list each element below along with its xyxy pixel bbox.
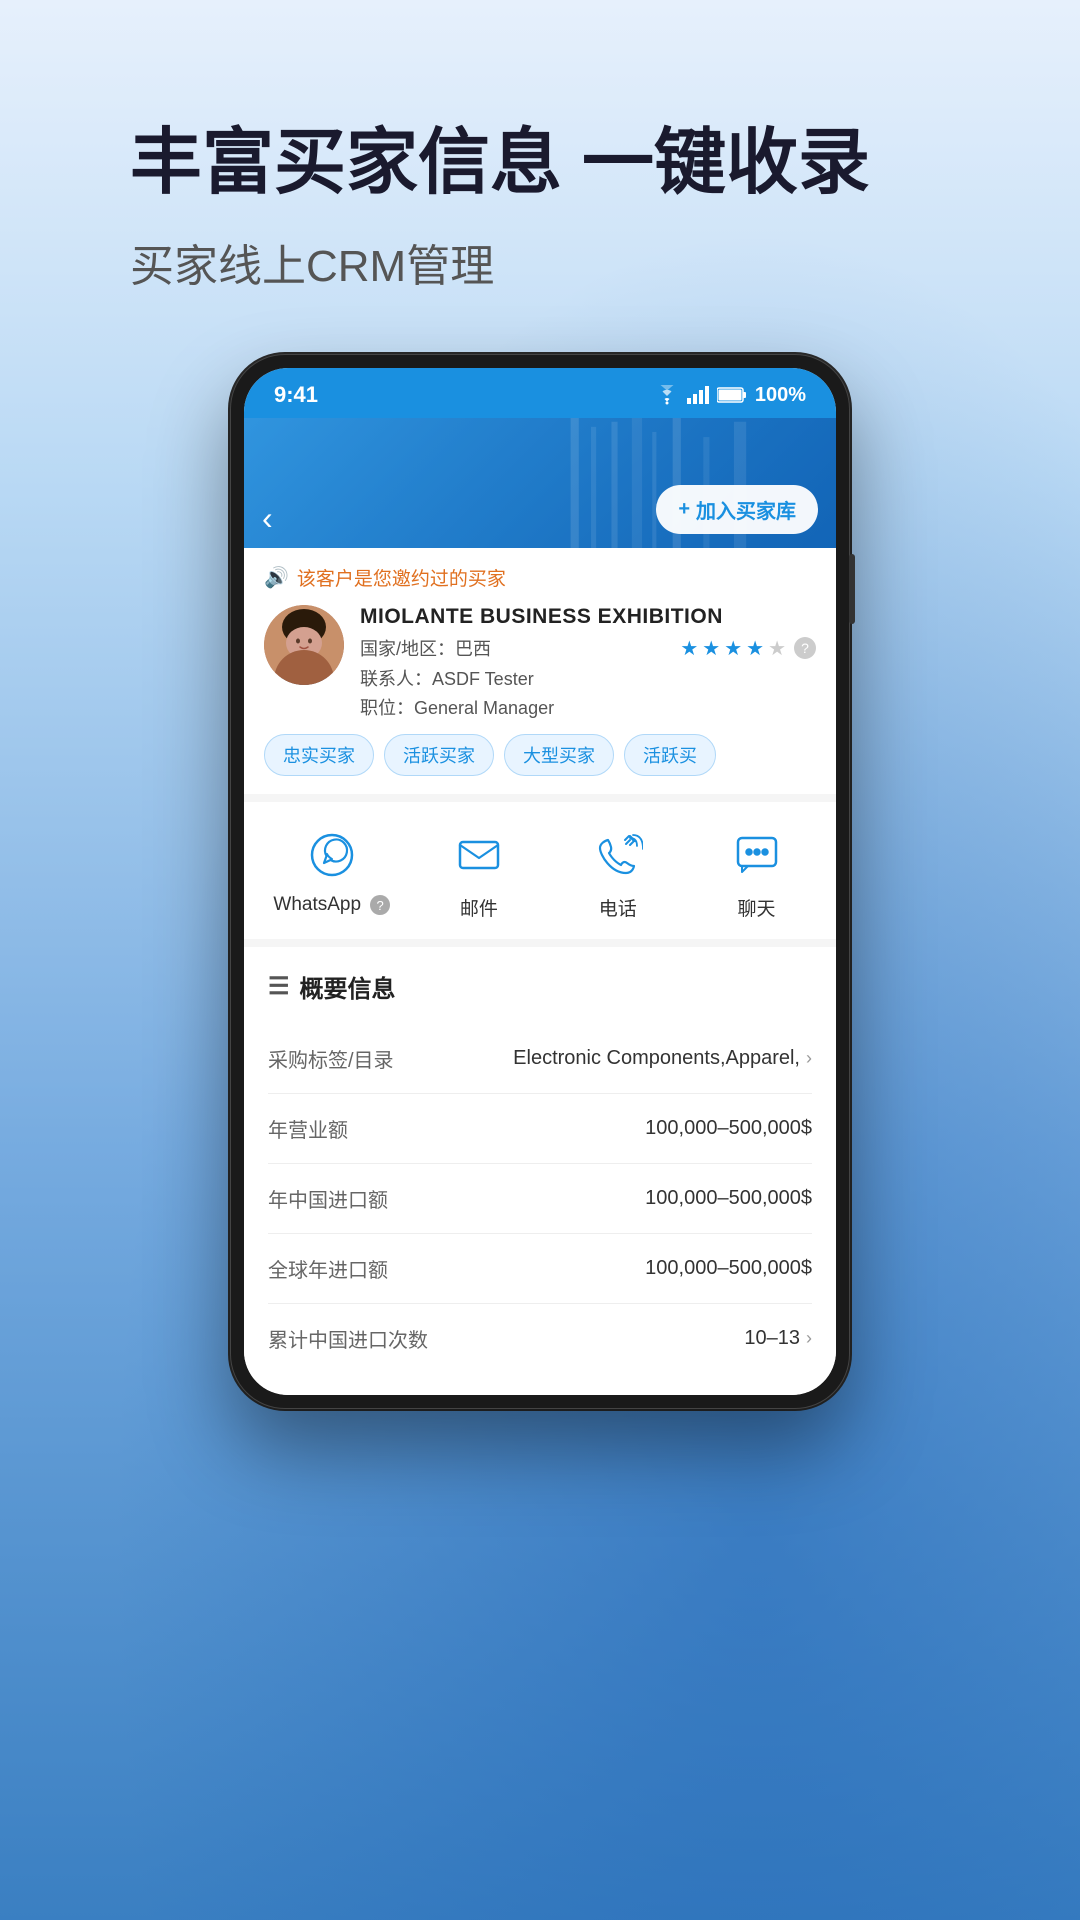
company-name: MIOLANTE BUSINESS EXHIBITION: [360, 605, 816, 629]
phone-label: 电话: [599, 894, 637, 921]
battery-percent: 100%: [755, 384, 806, 407]
info-row-china-import: 年中国进口额 100,000–500,000$: [268, 1164, 812, 1234]
position-text: 职位：General Manager: [360, 694, 816, 720]
whatsapp-icon: [303, 826, 361, 884]
tag-active2[interactable]: 活跃买: [624, 734, 716, 776]
add-icon: +: [678, 498, 690, 521]
avatar-image: [264, 605, 344, 685]
star-2: ★: [702, 636, 720, 661]
info-row-import-count[interactable]: 累计中国进口次数 10–13 ›: [268, 1304, 812, 1373]
battery-icon: [717, 387, 747, 403]
speaker-icon: 🔊: [264, 565, 289, 590]
avatar: [264, 605, 344, 685]
email-icon: [450, 826, 508, 884]
info-label-import-count: 累计中国进口次数: [268, 1324, 428, 1353]
phone-icon: [589, 826, 647, 884]
status-time: 9:41: [274, 382, 318, 408]
tag-active[interactable]: 活跃买家: [384, 734, 494, 776]
country-row: 国家/地区：巴西 ★ ★ ★ ★ ★ ?: [360, 635, 816, 661]
info-label-china-import: 年中国进口额: [268, 1184, 388, 1213]
chevron-icon-tags: ›: [806, 1048, 812, 1069]
back-button[interactable]: ‹: [262, 502, 273, 534]
customer-info: MIOLANTE BUSINESS EXHIBITION 国家/地区：巴西 ★ …: [264, 605, 816, 720]
phone-screen: 9:41: [244, 368, 836, 1395]
signal-icon: [687, 386, 709, 404]
star-4: ★: [746, 636, 764, 661]
action-phone[interactable]: 电话: [568, 826, 668, 921]
action-whatsapp[interactable]: WhatsApp ?: [273, 826, 390, 921]
customer-alert: 🔊 该客户是您邀约过的买家: [264, 564, 816, 591]
info-label-global-import: 全球年进口额: [268, 1254, 388, 1283]
chat-label: 聊天: [738, 894, 776, 921]
whatsapp-label: WhatsApp ?: [273, 894, 390, 916]
star-3: ★: [724, 636, 742, 661]
status-bar: 9:41: [244, 368, 836, 418]
star-5: ★: [768, 636, 786, 661]
info-value-import-count: 10–13 ›: [744, 1327, 812, 1350]
email-label: 邮件: [460, 894, 498, 921]
customer-tags: 忠实买家 活跃买家 大型买家 活跃买: [264, 734, 816, 776]
info-value-global-import: 100,000–500,000$: [645, 1257, 812, 1280]
action-chat[interactable]: 聊天: [707, 826, 807, 921]
info-label-tags: 采购标签/目录: [268, 1044, 394, 1073]
info-row-tags[interactable]: 采购标签/目录 Electronic Components,Apparel, ›: [268, 1024, 812, 1094]
action-email[interactable]: 邮件: [429, 826, 529, 921]
info-value-revenue: 100,000–500,000$: [645, 1117, 812, 1140]
info-value-tags: Electronic Components,Apparel, ›: [513, 1047, 812, 1070]
status-right: 100%: [655, 384, 806, 407]
star-rating: ★ ★ ★ ★ ★ ?: [680, 636, 816, 661]
chevron-icon-count: ›: [806, 1328, 812, 1349]
info-value-china-import: 100,000–500,000$: [645, 1187, 812, 1210]
phone-mockup: 9:41: [230, 354, 850, 1409]
info-label-revenue: 年营业额: [268, 1114, 348, 1143]
actions-row: WhatsApp ?: [244, 826, 836, 921]
tag-loyal[interactable]: 忠实买家: [264, 734, 374, 776]
hero-subtitle: 买家线上CRM管理: [130, 230, 950, 294]
star-1: ★: [680, 636, 698, 661]
customer-details: MIOLANTE BUSINESS EXHIBITION 国家/地区：巴西 ★ …: [360, 605, 816, 720]
hero-title: 丰富买家信息 一键收录: [130, 120, 950, 206]
country-text: 国家/地区：巴西: [360, 635, 491, 661]
add-to-customer-button[interactable]: + 加入买家库: [656, 485, 818, 534]
section-title: ☰ 概要信息: [268, 969, 812, 1004]
phone-frame: 9:41: [230, 354, 850, 1409]
actions-section: WhatsApp ?: [244, 802, 836, 947]
customer-card: 🔊 该客户是您邀约过的买家: [244, 548, 836, 802]
add-btn-label: 加入买家库: [696, 495, 796, 524]
info-row-global-import: 全球年进口额 100,000–500,000$: [268, 1234, 812, 1304]
wifi-icon: [655, 385, 679, 405]
section-list-icon: ☰: [268, 972, 290, 1001]
info-section: ☰ 概要信息 采购标签/目录 Electronic Components,App…: [244, 947, 836, 1395]
contact-text: 联系人：ASDF Tester: [360, 665, 816, 691]
alert-text: 该客户是您邀约过的买家: [297, 564, 506, 591]
chat-icon: [728, 826, 786, 884]
whatsapp-help-icon[interactable]: ?: [370, 895, 390, 915]
phone-header: ‹ + 加入买家库: [244, 418, 836, 548]
info-row-revenue: 年营业额 100,000–500,000$: [268, 1094, 812, 1164]
rating-help-icon[interactable]: ?: [794, 637, 816, 659]
tag-large[interactable]: 大型买家: [504, 734, 614, 776]
power-button: [849, 554, 855, 624]
